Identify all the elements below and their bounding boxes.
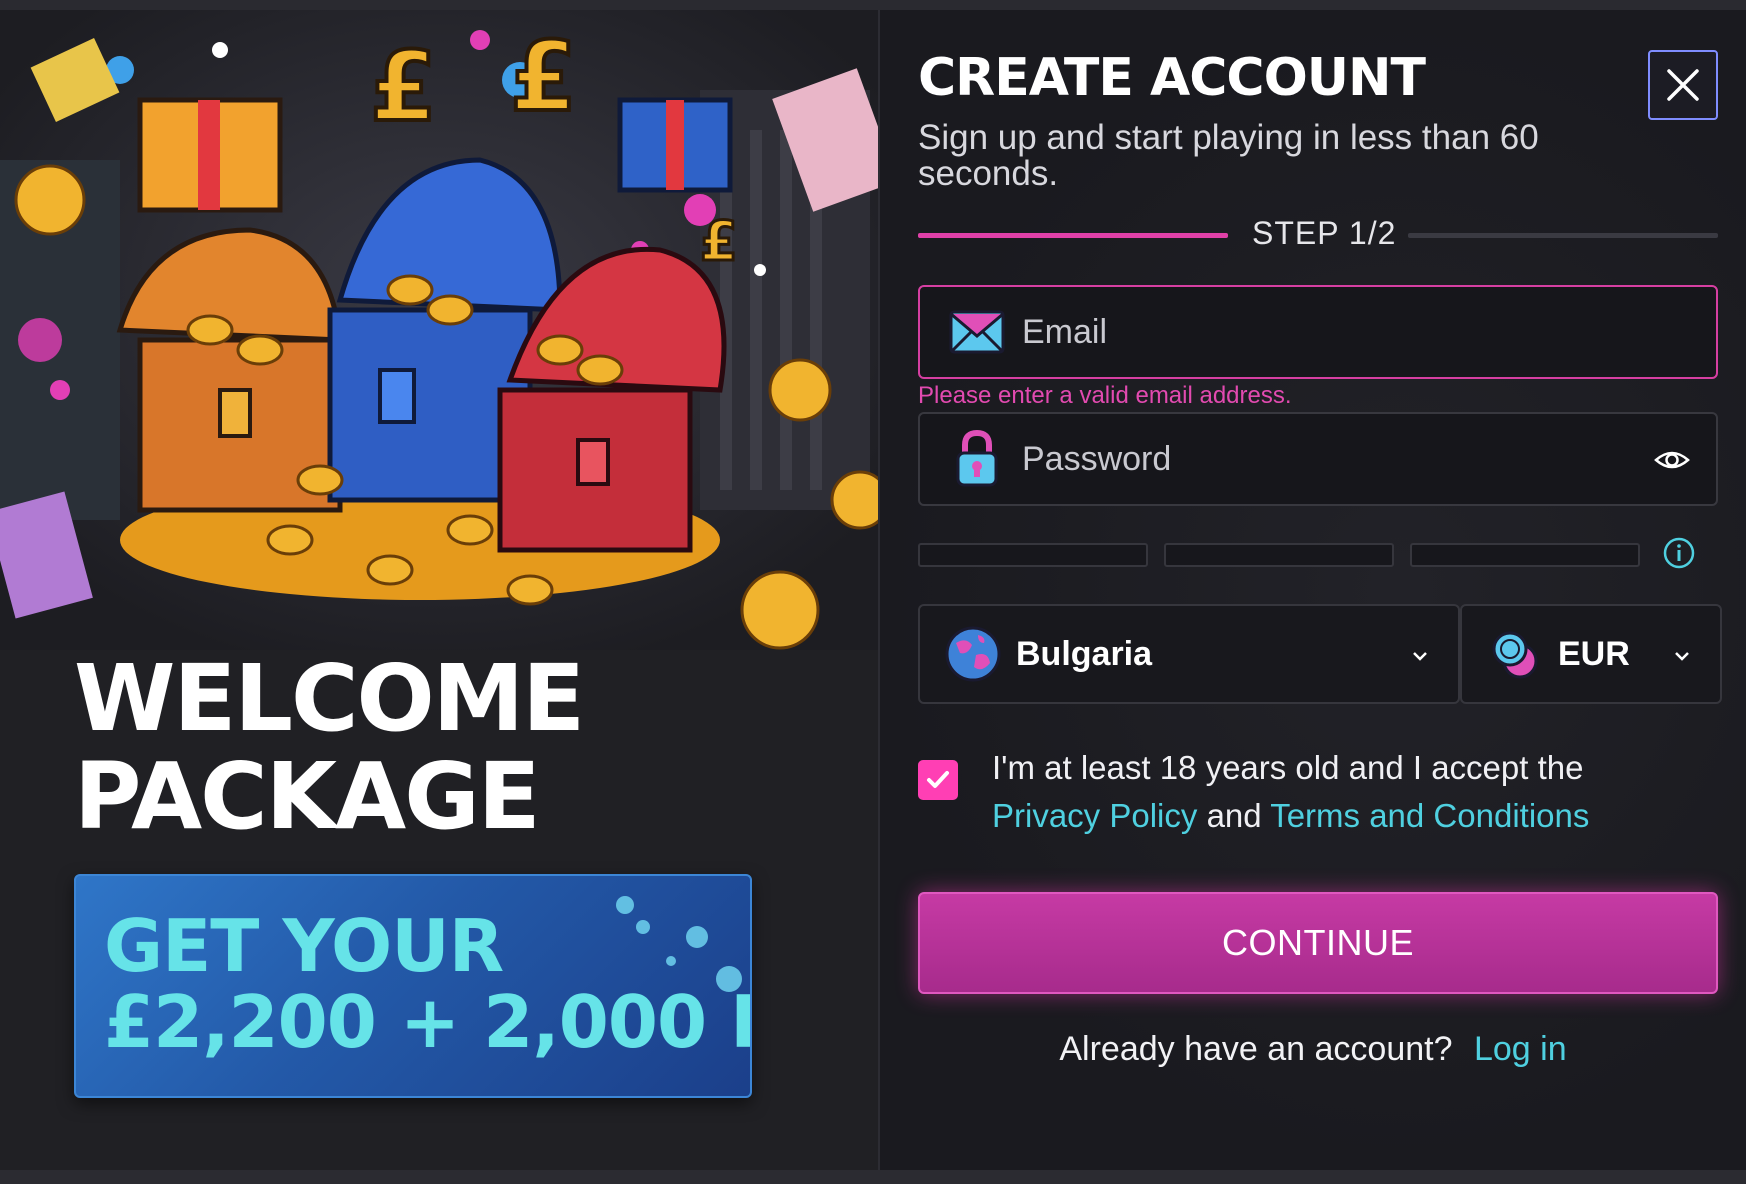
login-prompt-row: Already have an account? Log in: [880, 1030, 1746, 1069]
svg-text:£: £: [370, 31, 437, 143]
password-input[interactable]: [1022, 439, 1582, 479]
svg-text:£: £: [700, 210, 738, 273]
password-strength-segment: [1410, 543, 1640, 567]
consent-text: I'm at least 18 years old and I accept t…: [992, 744, 1692, 840]
email-field[interactable]: [918, 285, 1718, 379]
promo-panel: £ £ £ WELCOME PACKAGE GET YOUR £2,200 + …: [0, 10, 878, 1170]
email-error-message: Please enter a valid email address.: [918, 382, 1292, 409]
consent-text-and: and: [1206, 797, 1262, 834]
signup-modal: £ £ £ WELCOME PACKAGE GET YOUR £2,200 + …: [0, 10, 1746, 1170]
password-field[interactable]: [918, 412, 1718, 506]
bonus-offer-card: GET YOUR £2,200 + 2,000 FS: [74, 874, 752, 1098]
padlock-icon: [946, 428, 1008, 490]
checkmark-icon: [927, 771, 949, 788]
consent-text-main: I'm at least 18 years old and I accept t…: [992, 749, 1584, 786]
password-strength-segment: [1164, 543, 1394, 567]
paint-splash: [636, 920, 650, 934]
form-subtitle: Sign up and start playing in less than 6…: [918, 118, 1539, 193]
step-label: STEP 1/2: [1252, 215, 1397, 251]
country-select[interactable]: Bulgaria: [918, 604, 1460, 704]
globe-icon: [945, 626, 1001, 682]
terms-conditions-link[interactable]: Terms and Conditions: [1270, 797, 1589, 834]
step-progress: STEP 1/2: [918, 215, 1718, 255]
close-icon: [1667, 69, 1699, 101]
privacy-policy-link[interactable]: Privacy Policy: [992, 797, 1197, 834]
envelope-icon: [946, 301, 1008, 363]
email-input[interactable]: [1022, 312, 1582, 352]
signup-form-panel: CREATE ACCOUNT Sign up and start playing…: [880, 10, 1746, 1170]
info-icon[interactable]: [1662, 536, 1696, 570]
bonus-text-line2: £2,200 + 2,000 FS: [104, 980, 750, 1064]
login-prompt-text: Already have an account?: [1059, 1030, 1453, 1068]
window-bottom-edge: [0, 1170, 1746, 1184]
eye-icon[interactable]: [1654, 442, 1690, 478]
step-progress-bar-remaining: [1408, 233, 1718, 238]
welcome-headline-line1: WELCOME: [74, 645, 585, 752]
welcome-headline-line2: PACKAGE: [74, 743, 541, 850]
country-select-value: Bulgaria: [1016, 634, 1153, 673]
paint-splash: [666, 956, 676, 966]
chevron-down-icon: [1675, 652, 1689, 661]
step-progress-bar-complete: [918, 233, 1228, 238]
paint-splash: [616, 896, 634, 914]
continue-button[interactable]: CONTINUE: [918, 892, 1718, 994]
svg-text:£: £: [510, 21, 577, 133]
window-top-edge: [0, 0, 1746, 10]
currency-select[interactable]: EUR: [1460, 604, 1722, 704]
paint-splash: [686, 926, 708, 948]
form-title: CREATE ACCOUNT: [918, 48, 1426, 108]
welcome-headline: WELCOME PACKAGE: [74, 650, 794, 846]
chevron-down-icon: [1413, 652, 1427, 661]
close-button[interactable]: [1648, 50, 1718, 120]
bonus-text-line1: GET YOUR: [104, 904, 504, 988]
password-strength-segment: [918, 543, 1148, 567]
coins-icon: [1492, 631, 1538, 679]
login-link[interactable]: Log in: [1474, 1030, 1567, 1068]
age-terms-checkbox[interactable]: [918, 760, 958, 800]
currency-select-value: EUR: [1558, 634, 1630, 673]
treasure-chest-illustration: £ £ £: [0, 10, 878, 650]
